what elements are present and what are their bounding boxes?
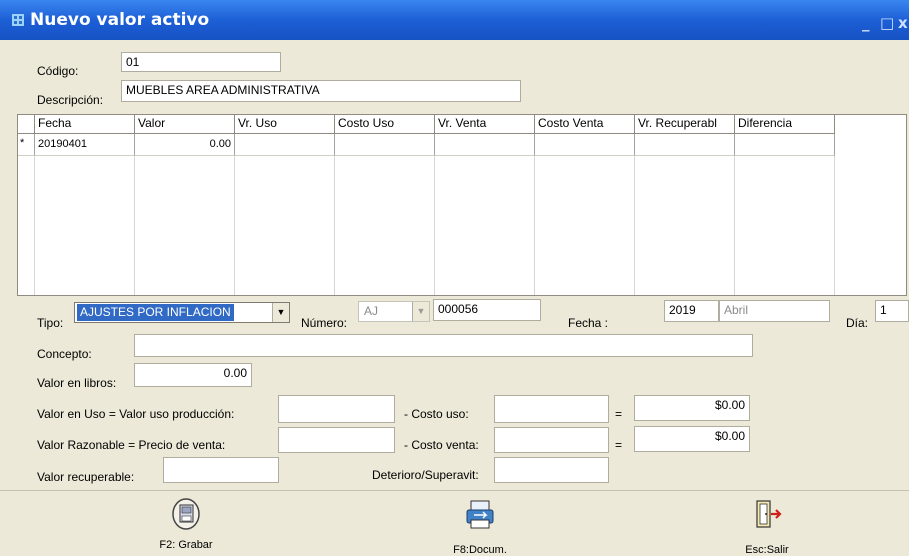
valor-recuperable-label: Valor recuperable: (37, 470, 135, 484)
exit-door-icon (756, 500, 782, 528)
grid-line (134, 156, 135, 295)
table-cell-costo-venta[interactable] (535, 134, 635, 156)
grid-line (534, 156, 535, 295)
save-icon (172, 498, 200, 530)
concepto-field[interactable] (134, 334, 753, 357)
documentos-button[interactable]: F8:Docum. (435, 491, 525, 556)
codigo-field[interactable]: 01 (121, 52, 281, 72)
numero-label: Número: (301, 316, 348, 330)
valor-uso-produccion-field[interactable] (278, 395, 395, 423)
table-cell-fecha[interactable]: 20190401 (35, 134, 135, 156)
grid-header-costo-venta[interactable]: Costo Venta (535, 115, 635, 134)
maximize-icon[interactable]: □ (880, 14, 894, 32)
equals-sign: = (615, 438, 623, 452)
grid-line (634, 156, 635, 295)
salir-label: Esc:Salir (745, 544, 789, 556)
chevron-down-icon[interactable]: ▼ (412, 302, 429, 321)
deterioro-field[interactable] (494, 457, 609, 483)
ajustes-grid[interactable]: Fecha Valor Vr. Uso Costo Uso Vr. Venta … (17, 114, 907, 296)
equals-sign: = (615, 407, 623, 421)
valor-recuperable-field[interactable] (163, 457, 279, 483)
descripcion-field[interactable]: MUEBLES AREA ADMINISTRATIVA (121, 80, 521, 102)
dia-label: Día: (846, 316, 869, 330)
valor-razonable-label: Valor Razonable = Precio de venta: (37, 438, 226, 452)
tipo-label: Tipo: (37, 316, 64, 330)
grid-header-valor[interactable]: Valor (135, 115, 235, 134)
tipo-select[interactable]: AJUSTES POR INFLACION ▼ (74, 302, 290, 323)
numero-field[interactable]: 000056 (433, 299, 541, 321)
table-cell-vr-uso[interactable] (235, 134, 335, 156)
grabar-button[interactable]: F2: Grabar (141, 491, 231, 556)
precio-venta-field[interactable] (278, 427, 395, 453)
documentos-label: F8:Docum. (453, 544, 507, 556)
close-icon[interactable]: x (898, 14, 908, 32)
dia-field[interactable]: 1 (875, 300, 909, 322)
printer-icon (466, 500, 494, 529)
fecha-month-field[interactable]: Abril (719, 300, 830, 322)
toolbar: F2: Grabar F8:Docum. Esc:Salir (0, 490, 909, 556)
grid-header-fecha[interactable]: Fecha (35, 115, 135, 134)
table-cell-valor[interactable]: 0.00 (135, 134, 235, 156)
row-marker: * (18, 134, 35, 156)
grabar-label: F2: Grabar (159, 539, 213, 551)
form-panel: Código: 01 Descripción: MUEBLES AREA ADM… (0, 40, 909, 490)
grid-header-costo-uso[interactable]: Costo Uso (335, 115, 435, 134)
costo-uso-field[interactable] (494, 395, 609, 423)
concepto-label: Concepto: (37, 347, 92, 361)
costo-venta-label: - Costo venta: (404, 438, 479, 452)
grid-line (334, 156, 335, 295)
chevron-down-icon[interactable]: ▼ (272, 303, 289, 322)
grid-line (834, 156, 835, 295)
deterioro-label: Deterioro/Superavit: (372, 468, 479, 482)
costo-venta-field[interactable] (494, 427, 609, 453)
table-cell-vr-venta[interactable] (435, 134, 535, 156)
valor-libros-field[interactable]: 0.00 (134, 363, 252, 387)
valor-razonable-result: $0.00 (634, 426, 750, 452)
grid-line (34, 156, 35, 295)
valor-uso-result: $0.00 (634, 395, 750, 421)
grid-line (234, 156, 235, 295)
window-title: Nuevo valor activo (30, 10, 210, 30)
fecha-label: Fecha : (568, 316, 609, 330)
codigo-label: Código: (37, 64, 79, 78)
table-cell-costo-uso[interactable] (335, 134, 435, 156)
grid-header-vr-recuperable[interactable]: Vr. Recuperabl (635, 115, 735, 134)
table-cell-vr-recuperable[interactable] (635, 134, 735, 156)
numero-prefix: AJ (364, 304, 379, 318)
grid-header-vr-uso[interactable]: Vr. Uso (235, 115, 335, 134)
salir-button[interactable]: Esc:Salir (722, 491, 812, 556)
grid-line (734, 156, 735, 295)
grid-header-vr-venta[interactable]: Vr. Venta (435, 115, 535, 134)
valor-libros-label: Valor en libros: (37, 376, 117, 390)
descripcion-label: Descripción: (37, 93, 104, 107)
valor-uso-label: Valor en Uso = Valor uso producción: (37, 407, 235, 421)
grid-line (434, 156, 435, 295)
table-cell-diferencia[interactable] (735, 134, 835, 156)
title-bar[interactable]: Nuevo valor activo _ □ x (0, 0, 909, 40)
grid-header-diferencia[interactable]: Diferencia (735, 115, 835, 134)
asset-icon (12, 14, 24, 26)
costo-uso-label: - Costo uso: (404, 407, 469, 421)
fecha-year-field[interactable]: 2019 (664, 300, 719, 322)
grid-corner (18, 115, 35, 134)
numero-prefix-select[interactable]: AJ ▼ (358, 301, 430, 322)
minimize-icon[interactable]: _ (862, 14, 870, 32)
tipo-selected: AJUSTES POR INFLACION (77, 304, 234, 321)
